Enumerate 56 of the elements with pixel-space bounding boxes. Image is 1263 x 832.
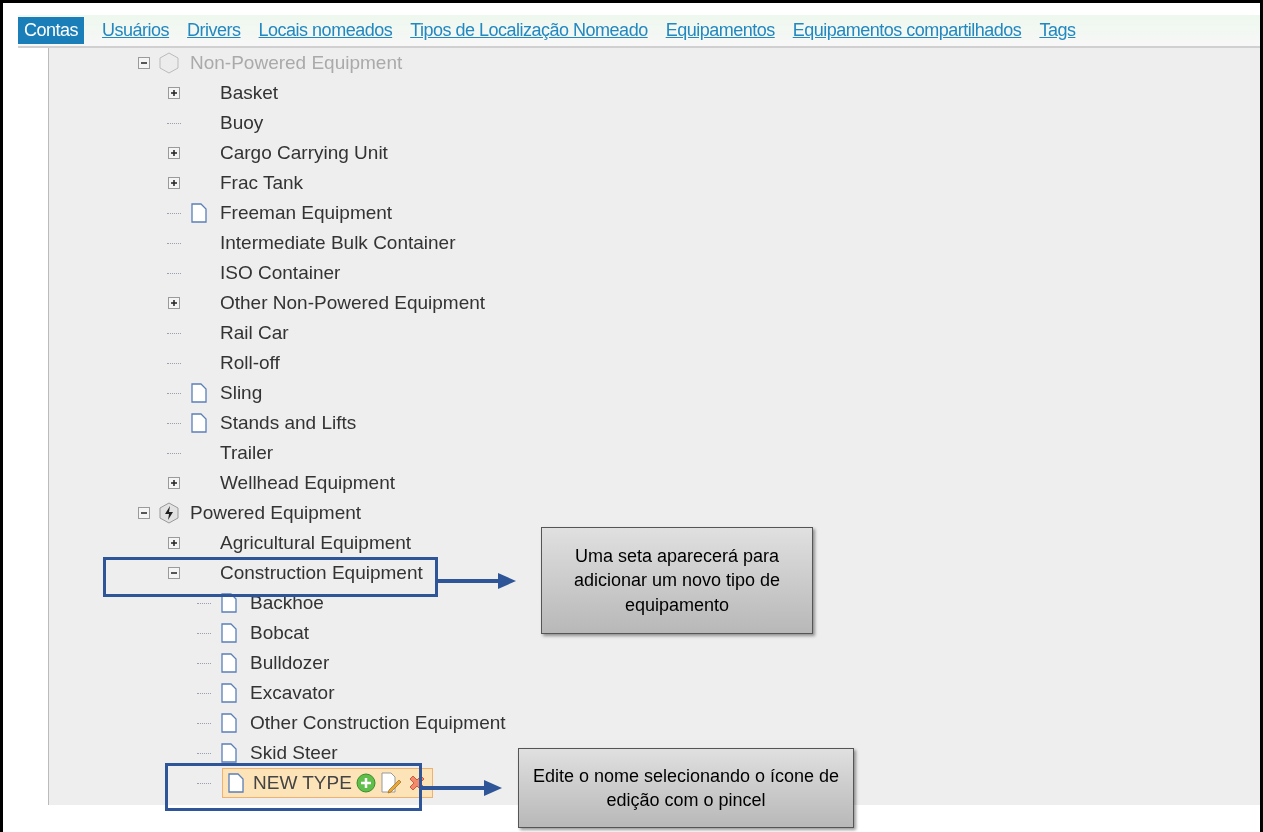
tree-item[interactable]: Construction Equipment: [220, 558, 423, 588]
expand-icon[interactable]: [168, 297, 180, 309]
expand-icon[interactable]: [168, 87, 180, 99]
callout-text: Edite o nome selecionando o ícone de edição com o pincel: [531, 764, 841, 812]
collapse-icon[interactable]: [138, 507, 150, 519]
tree-item[interactable]: Other Construction Equipment: [250, 708, 506, 738]
tree-item[interactable]: ISO Container: [220, 258, 341, 288]
tree-item[interactable]: Excavator: [250, 678, 335, 708]
collapse-icon[interactable]: [168, 567, 180, 579]
page-icon: [220, 623, 238, 643]
nav-tab[interactable]: Tags: [1039, 17, 1076, 44]
nav-tab[interactable]: Equipamentos compartilhados: [792, 17, 1022, 44]
page-icon: [190, 203, 208, 223]
tree-item[interactable]: Rail Car: [220, 318, 289, 348]
edit-icon[interactable]: [379, 772, 402, 794]
expand-icon[interactable]: [168, 477, 180, 489]
bolt-hexagon-icon: [158, 502, 180, 524]
page-icon: [220, 743, 238, 763]
tree-item[interactable]: Agricultural Equipment: [220, 528, 412, 558]
page-icon: [190, 383, 208, 403]
tree-item[interactable]: Other Non-Powered Equipment: [220, 288, 486, 318]
expand-icon[interactable]: [168, 177, 180, 189]
tree-item[interactable]: Sling: [220, 378, 263, 408]
callout-text: Uma seta aparecerá para adicionar um novo tipo de equipamento: [572, 545, 782, 617]
expand-icon[interactable]: [168, 537, 180, 549]
hexagon-icon: [158, 52, 180, 74]
tree-item[interactable]: Roll-off: [220, 348, 280, 378]
nav-tab[interactable]: Usuários: [102, 17, 170, 44]
nav-tab[interactable]: Drivers: [187, 17, 241, 44]
page-icon: [190, 413, 208, 433]
tree-item[interactable]: Buoy: [220, 108, 264, 138]
nav-tab[interactable]: Locais nomeados: [258, 17, 393, 44]
tree-item[interactable]: Cargo Carrying Unit: [220, 138, 388, 168]
page-icon: [220, 683, 238, 703]
tree-item[interactable]: Frac Tank: [220, 168, 304, 198]
tree-item[interactable]: Wellhead Equipment: [220, 468, 395, 498]
tree-item[interactable]: Bulldozer: [250, 648, 330, 678]
tree-item[interactable]: Stands and Lifts: [220, 408, 357, 438]
nav-tab[interactable]: Contas: [18, 17, 85, 44]
nav-tab[interactable]: Equipamentos: [665, 17, 775, 44]
tree-item[interactable]: Basket: [220, 78, 279, 108]
page-icon: [220, 713, 238, 733]
tree-item[interactable]: Bobcat: [250, 618, 310, 648]
tree-item[interactable]: Trailer: [220, 438, 274, 468]
nav-tab[interactable]: Tipos de Localização Nomeado: [410, 17, 648, 44]
tree-item[interactable]: Powered Equipment: [190, 498, 362, 528]
expand-icon[interactable]: [168, 147, 180, 159]
page-icon: [227, 773, 245, 793]
tree-item[interactable]: NEW TYPE: [253, 768, 352, 798]
tree-item[interactable]: Skid Steer: [250, 738, 338, 768]
tree-item[interactable]: Freeman Equipment: [220, 198, 393, 228]
tree-item[interactable]: Intermediate Bulk Container: [220, 228, 456, 258]
collapse-icon[interactable]: [138, 57, 150, 69]
page-icon: [220, 653, 238, 673]
add-icon[interactable]: [355, 773, 376, 793]
tree-item[interactable]: Backhoe: [250, 588, 324, 618]
